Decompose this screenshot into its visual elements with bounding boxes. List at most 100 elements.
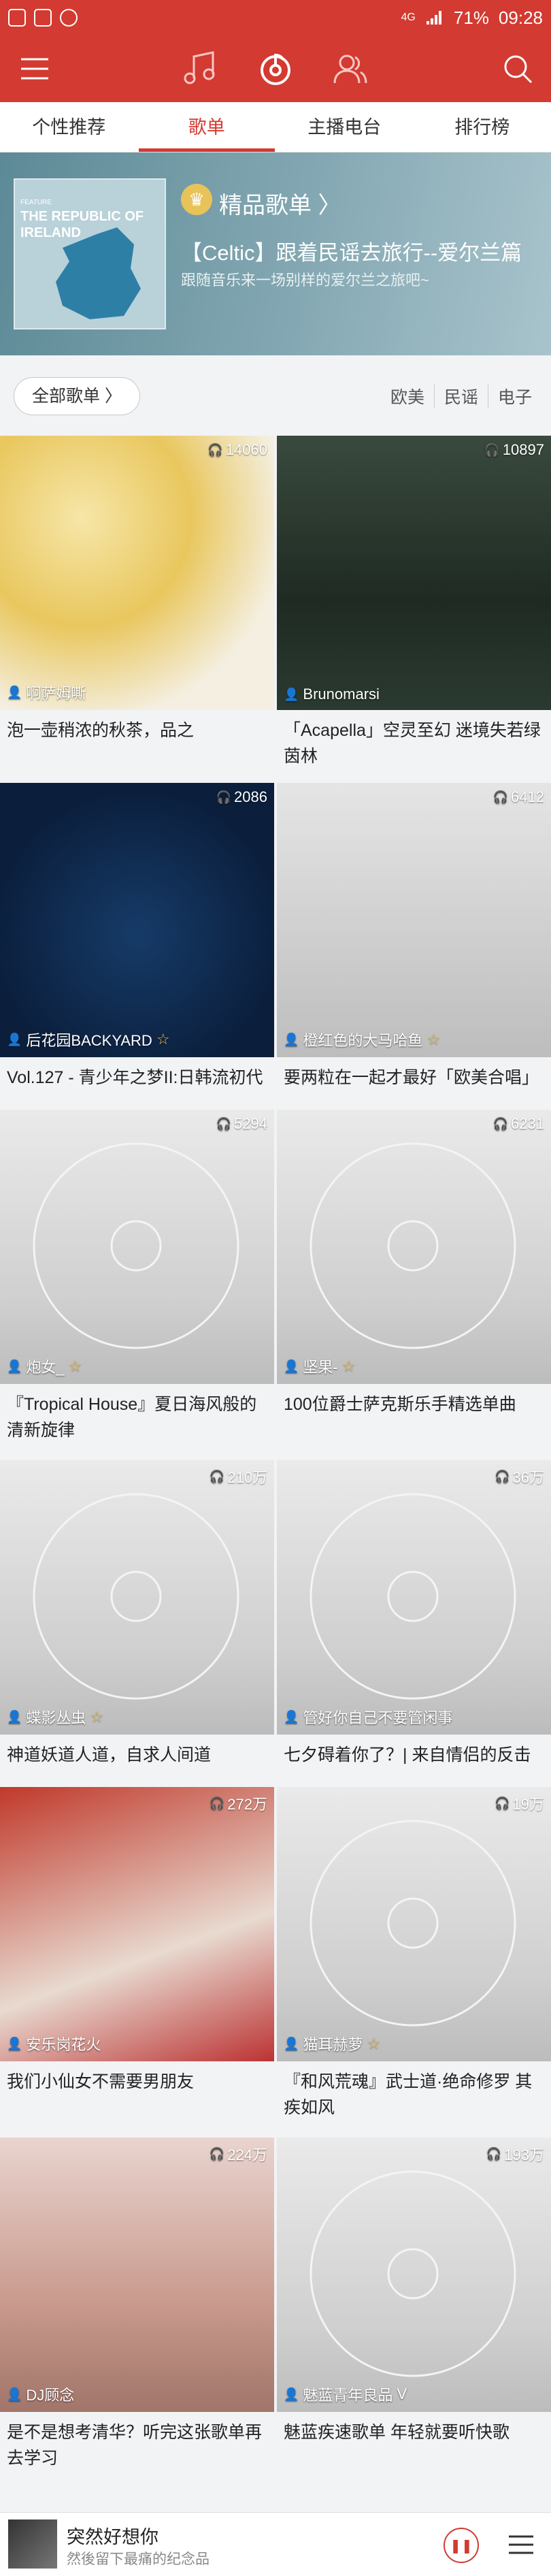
playlist-cover[interactable]: 🎧 36万 👤 管好你自己不要管闲事 [277,1460,551,1735]
creator-name: 魅蓝青年良品 [303,2387,393,2404]
headphones-icon: 🎧 [209,1796,225,1810]
tab-charts[interactable]: 排行榜 [414,102,551,152]
network-label: 4G [401,12,416,23]
playlist-cover[interactable]: 🎧 193万 👤 魅蓝青年良品 V [277,2138,551,2412]
music-note-icon [184,51,215,84]
tag-folk[interactable]: 民谣 [435,384,488,408]
user-icon: 👤 [7,1359,22,1373]
playlist-card[interactable]: 🎧 2086 👤 后花园BACKYARD ☆ Vol.127 - 青少年之梦II:日韩流初… [0,783,274,1087]
playlist-title[interactable]: 「Acapella」空灵至幻 迷境失若绿茵林 [284,718,546,769]
menu-button[interactable] [14,48,56,90]
play-pause-button[interactable]: ❚❚ [444,2528,479,2563]
filter-bar: 全部歌单 〉 欧美 民谣 电子 [0,368,551,426]
playlist-cover[interactable]: 🎧 210万 👤 蝶影丛虫 ☆ [0,1460,274,1735]
tab-radio[interactable]: 主播电台 [276,102,414,152]
play-count-value: 210万 [227,1469,267,1486]
playlist-cover[interactable]: 🎧 6412 👤 橙红色的大马哈鱼 ☆ [277,783,551,1057]
playlist-cover[interactable]: 🎧 14060 👤 啊萨姆嘶 [0,436,274,710]
playlist-creator: 👤 橙红色的大马哈鱼 ☆ [284,1029,440,1050]
play-count: 🎧 36万 [495,1466,544,1487]
playlist-cover[interactable]: 🎧 224万 👤 DJ顾念 [0,2138,274,2412]
search-icon [504,55,533,84]
placeholder-disc-icon [33,1493,239,1700]
hamburger-icon [21,58,48,80]
play-count-value: 224万 [227,2146,267,2163]
playlist-title[interactable]: 『Tropical House』夏日海风般的清新旋律 [7,1391,269,1443]
playlist-queue-button[interactable] [503,2528,539,2563]
playlist-cover[interactable]: 🎧 5294 👤 炮女_ ☆ [0,1110,274,1384]
creator-badge-icon: ☆ [367,2035,381,2052]
placeholder-disc-icon [33,1142,239,1349]
playlist-title[interactable]: 我们小仙女不需要男朋友 [7,2069,269,2095]
search-button[interactable] [497,48,539,90]
placeholder-disc-icon [310,1142,516,1349]
playlist-creator: 👤 后花园BACKYARD ☆ [7,1029,170,1050]
playlist-creator: 👤 猫耳赫萝 ☆ [284,2033,380,2055]
playlist-title[interactable]: 神道妖道人道，自求人间道 [7,1742,269,1768]
netease-logo-icon [261,53,290,85]
now-playing-title: 突然好想你 [67,2527,158,2547]
playlist-card[interactable]: 🎧 6231 👤 坚果- ☆ 100位爵士萨克斯乐手精选单曲 [277,1110,551,1414]
headphones-icon: 🎧 [484,442,500,457]
playlist-title[interactable]: 『和风荒魂』武士道·绝命修罗 其疾如风 [284,2069,546,2121]
all-playlists-button[interactable]: 全部歌单 〉 [14,377,140,415]
pause-icon: ❚❚ [450,2538,473,2554]
playlist-card[interactable]: 🎧 19万 👤 猫耳赫萝 ☆ 『和风荒魂』武士道·绝命修罗 其疾如风 [277,1787,551,2117]
playlist-card[interactable]: 🎧 193万 👤 魅蓝青年良品 V 魅蓝疾速歌单 年轻就要听快歌 [277,2138,551,2442]
discover-tab-button[interactable] [254,48,297,90]
play-count: 🎧 210万 [210,1466,267,1487]
user-icon: 👤 [7,685,22,699]
play-count: 🎧 193万 [486,2143,544,2165]
playlist-card[interactable]: 🎧 6412 👤 橙红色的大马哈鱼 ☆ 要两粒在一起才最好「欧美合唱」 [277,783,551,1087]
playlist-card[interactable]: 🎧 5294 👤 炮女_ ☆ 『Tropical House』夏日海风般的清新旋律 [0,1110,274,1440]
app-notification-icon [34,9,52,27]
tag-electronic[interactable]: 电子 [488,384,541,408]
creator-name: 蝶影丛虫 [26,1709,86,1726]
playlist-cover[interactable]: 🎧 6231 👤 坚果- ☆ [277,1110,551,1384]
playlist-card[interactable]: 🎧 272万 👤 安乐岗花火 我们小仙女不需要男朋友 [0,1787,274,2091]
playlist-title[interactable]: Vol.127 - 青少年之梦II:日韩流初代 [7,1065,269,1091]
creator-badge-icon: ☆ [156,1031,170,1048]
user-icon: 👤 [284,1709,299,1724]
playlist-card[interactable]: 🎧 14060 👤 啊萨姆嘶泡一壶稍浓的秋茶，品之 [0,436,274,740]
playlist-card[interactable]: 🎧 10897 👤 Brunomarsi 「Acapella」空灵至幻 迷境失若绿茵林 [277,436,551,766]
playlist-title[interactable]: 七夕碍着你了？| 来自情侣的反击 [284,1742,546,1768]
playlist-creator: 👤 炮女_ ☆ [7,1355,82,1377]
placeholder-disc-icon [310,1493,516,1700]
playlist-cover[interactable]: 🎧 19万 👤 猫耳赫萝 ☆ [277,1787,551,2061]
playlist-creator: 👤 蝶影丛虫 ☆ [7,1706,103,1728]
play-count: 🎧 19万 [495,1792,544,1814]
music-tab-button[interactable] [178,48,220,90]
playlist-title[interactable]: 要两粒在一起才最好「欧美合唱」 [284,1065,546,1091]
play-count: 🎧 2086 [216,788,267,806]
playlist-title[interactable]: 100位爵士萨克斯乐手精选单曲 [284,1391,546,1417]
now-playing-cover [8,2519,57,2569]
playlist-cover[interactable]: 🎧 10897 👤 Brunomarsi [277,436,551,710]
tab-playlists[interactable]: 歌单 [138,102,276,152]
banner-title: 【Celtic】跟着民谣去旅行--爱尔兰篇 [181,241,522,265]
user-icon: 👤 [284,1359,299,1373]
mini-player[interactable]: 突然好想你 然後留下最痛的纪念品 ❚❚ [0,2512,551,2576]
playlist-title[interactable]: 是不是想考清华？听完这张歌单再去学习 [7,2419,269,2471]
headphones-icon: 🎧 [486,2146,502,2161]
playlist-cover[interactable]: 🎧 2086 👤 后花园BACKYARD ☆ [0,783,274,1057]
featured-banner[interactable]: FEATURE THE REPUBLIC OF IRELAND ♛ 精品歌单 〉… [0,152,551,355]
headphones-icon: 🎧 [492,1116,509,1131]
user-icon: 👤 [7,2387,22,2401]
creator-name: 后花园BACKYARD [26,1032,152,1049]
playlist-title[interactable]: 魅蓝疾速歌单 年轻就要听快歌 [284,2419,546,2445]
playlist-title[interactable]: 泡一壶稍浓的秋茶，品之 [7,718,269,743]
playlist-card[interactable]: 🎧 224万 👤 DJ顾念 是不是想考清华？听完这张歌单再去学习 [0,2138,274,2468]
banner-subtitle: 跟随音乐来一场别样的爱尔兰之旅吧~ [181,272,429,289]
user-icon: 👤 [7,1709,22,1724]
playlist-card[interactable]: 🎧 210万 👤 蝶影丛虫 ☆ 神道妖道人道，自求人间道 [0,1460,274,1765]
playlist-card[interactable]: 🎧 36万 👤 管好你自己不要管闲事 七夕碍着你了？| 来自情侣的反击 [277,1460,551,1765]
headphones-icon: 🎧 [207,442,223,457]
creator-badge-icon: ☆ [341,1357,356,1374]
play-count-value: 193万 [504,2146,544,2163]
tag-western[interactable]: 欧美 [381,384,435,408]
playlist-creator: 👤 安乐岗花火 [7,2033,105,2055]
playlist-cover[interactable]: 🎧 272万 👤 安乐岗花火 [0,1787,274,2061]
tab-recommend[interactable]: 个性推荐 [0,102,138,152]
friends-tab-button[interactable] [329,48,371,90]
